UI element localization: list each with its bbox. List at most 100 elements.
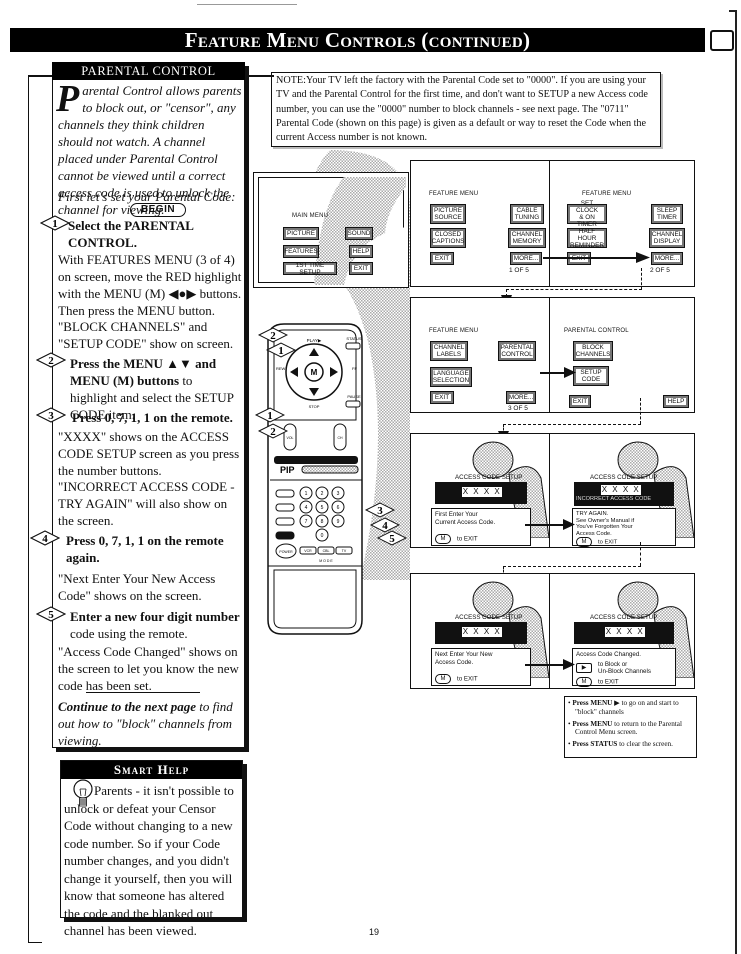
tip-bold: Press STATUS [572,740,618,749]
menu-button-channel-memory[interactable]: CHANNEL MEMORY [508,228,546,248]
message-line: TRY AGAIN. [576,511,609,517]
step-5-title: Enter a new four digit number [70,609,240,624]
message-line: Access Code. [435,658,474,666]
message-line: Current Access Code. [435,518,496,526]
svg-text:M O D E: M O D E [319,559,333,563]
step-3-para-2: "INCORRECT ACCESS CODE - TRY AGAIN" will… [58,479,235,528]
menu-button-picture[interactable]: PICTURE [283,227,319,240]
access-code-screen-4: ACCESS CODE SETUP X X X X Access Code Ch… [549,573,695,689]
svg-text:5: 5 [48,609,54,621]
message-line: Access Code Changed. [576,651,642,658]
dropcap: P [56,78,80,120]
menu-button-exit[interactable]: EXIT [567,252,591,265]
flow-arrow [525,664,567,666]
svg-text:CH: CH [337,436,343,440]
svg-text:6: 6 [337,505,340,511]
svg-text:1: 1 [305,491,308,497]
svg-text:TV: TV [342,549,347,553]
step-2-diamond-icon: 2 [36,352,66,368]
svg-text:CBL: CBL [323,549,330,553]
svg-text:REW: REW [276,366,286,371]
menu-button-language-selection[interactable]: LANGUAGE SELECTION [430,367,472,387]
callout-2-icon: 2 [258,327,288,343]
menu-button-parental-control[interactable]: PARENTAL CONTROL [498,341,536,361]
callout-3-icon: 3 [365,502,395,518]
menu-button-exit[interactable]: EXIT [569,395,591,408]
flow-dashed-line [640,398,641,424]
access-message: TRY AGAIN. See Owner's Manual if You've … [572,508,676,547]
svg-text:POWER: POWER [279,550,293,554]
menu-button-picture-source[interactable]: PICTURE SOURCE [430,204,466,224]
menu-button-half-hour-reminder[interactable]: HALF HOUR REMINDER [567,228,607,249]
menu-button-exit[interactable]: EXIT [349,262,373,275]
step-1-diamond-icon: 1 [40,215,70,231]
menu-button-set-clock[interactable]: SET CLOCK & ON TIMER [567,200,607,228]
smart-help-heading: Smart Help [61,761,242,779]
divider-rule [86,692,200,693]
menu-button-more[interactable]: MORE... [506,391,536,404]
svg-text:2: 2 [270,426,276,438]
callout-5-icon: 5 [377,530,407,546]
menu-m-icon: M [435,674,451,685]
arrow-right-icon [564,367,576,378]
arrow-right-icon [636,252,650,263]
access-code-field: X X X X [461,626,503,638]
main-menu-title: MAIN MENU [292,213,329,219]
menu-button-closed-captions[interactable]: CLOSED CAPTIONS [430,228,466,248]
message-line: You've Forgotten Your [576,524,633,531]
svg-text:PLAY▶: PLAY▶ [307,338,322,343]
feature-menu-3-page: 3 OF 5 [508,405,528,412]
access-message: Next Enter Your New Access Code. Mto EXI… [431,648,531,686]
menu-button-more[interactable]: MORE... [651,252,683,265]
feature-menu-3-title: FEATURE MENU [429,328,479,334]
tip-item: • Press MENU ▶ to go on and start to "bl… [568,699,679,716]
svg-text:PAUSE: PAUSE [347,394,361,399]
smart-help-text: Parents - it isn't possible to unlock or… [64,782,242,940]
callout-1-icon: 1 [266,342,296,358]
menu-button-sound[interactable]: SOUND [345,227,373,240]
page-number: 19 [369,927,380,937]
access-code-field: X X X X [461,486,503,498]
remote-control: M PLAY▶ STATUS REW FF PAUSE STOP VOL CH … [267,323,363,635]
step-5-suffix: code using the remote. [70,626,188,641]
menu-button-block-channels[interactable]: BLOCK CHANNELS [573,341,613,361]
svg-text:3: 3 [377,505,383,517]
menu-button-first-time-setup[interactable]: 1ST TIME SETUP [283,262,337,276]
menu-button-setup-code[interactable]: SETUP CODE [573,366,609,386]
svg-text:2: 2 [321,491,324,497]
arrow-right-icon [563,519,575,530]
menu-m-icon: M [576,676,592,687]
step-3-diamond-icon: 3 [36,407,66,423]
menu-button-exit[interactable]: EXIT [430,391,454,404]
menu-button-cable-tuning[interactable]: CABLE TUNING [510,204,544,224]
menu-button-exit[interactable]: EXIT [430,252,454,265]
tip-bold: Press MENU ▶ [572,699,620,707]
step-1-title-text: Select the PARENTAL CONTROL. [68,218,194,250]
note-box: NOTE:Your TV left the factory with the P… [271,72,661,147]
menu-button-sleep-timer[interactable]: SLEEP TIMER [651,204,683,224]
svg-text:7: 7 [305,519,308,525]
smart-help-body: Parents - it isn't possible to unlock or… [64,783,234,938]
svg-text:1: 1 [267,410,273,422]
menu-button-more[interactable]: MORE... [510,252,542,265]
access-code-screen-2: ACCESS CODE SETUP X X X X INCORRECT ACCE… [549,433,695,548]
svg-text:FF: FF [352,366,357,371]
flow-arrow [543,257,645,259]
access-code-field: X X X X [600,484,642,496]
feature-menu-2-page: 2 OF 5 [650,267,670,274]
menu-m-icon: M [576,537,592,547]
step-5-text: Enter a new four digit number code using… [70,608,242,642]
exit-hint: to EXIT [598,678,619,686]
svg-text:8: 8 [321,519,324,525]
access-code-screen-3: ACCESS CODE SETUP X X X X Next Enter You… [410,573,550,689]
arrow-right-icon [563,659,575,670]
menu-button-channel-labels[interactable]: CHANNEL LABELS [430,341,468,361]
step-4-title: Press 0, 7, 1, 1 on the remote again. [66,533,224,565]
menu-button-features[interactable]: FEATURES [283,245,319,258]
tip-bold: Press MENU [572,719,613,728]
menu-button-help[interactable]: HELP [663,395,689,408]
menu-button-channel-display[interactable]: CHANNEL DISPLAY [649,228,685,248]
continue-note: Continue to the next page to find out ho… [58,698,242,749]
menu-button-help[interactable]: HELP [349,245,373,258]
svg-text:0: 0 [321,533,324,539]
